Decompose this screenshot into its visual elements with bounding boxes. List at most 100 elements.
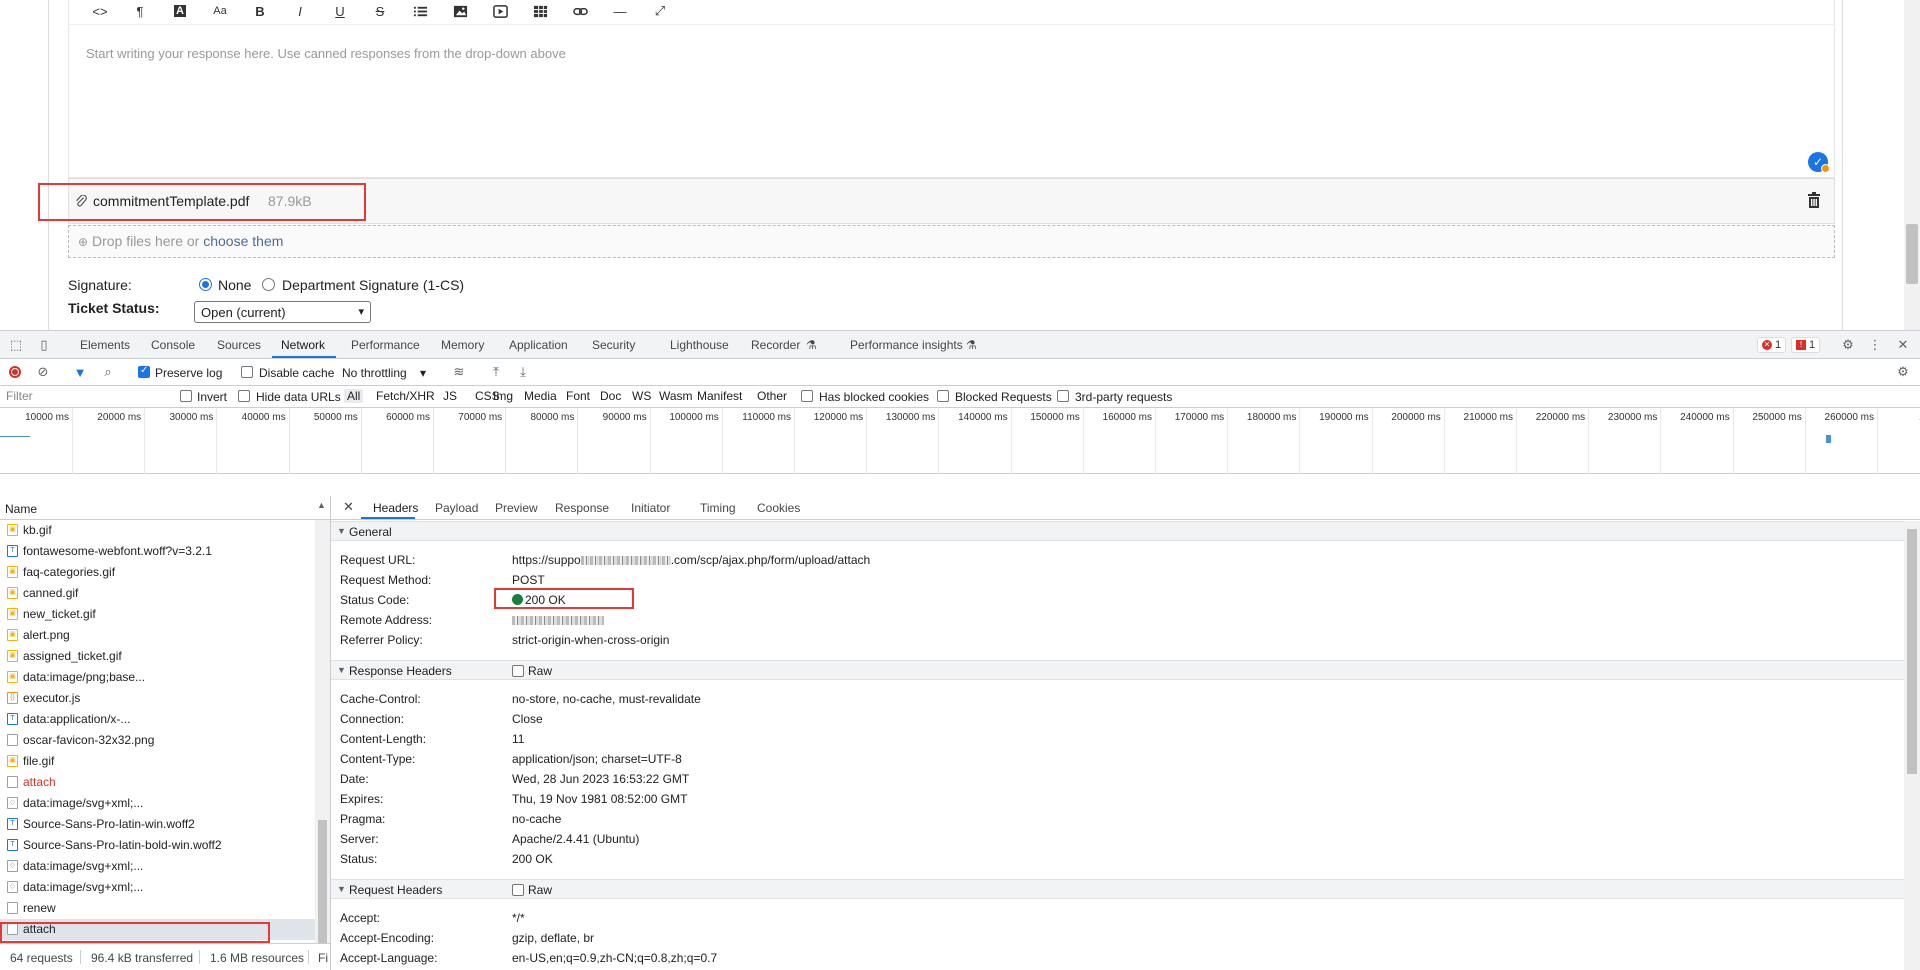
request-list-scrollbar[interactable] xyxy=(315,520,330,957)
blocked-requests-checkbox[interactable] xyxy=(937,390,949,402)
tab-lighthouse[interactable]: Lighthouse xyxy=(670,338,729,352)
video-icon[interactable] xyxy=(480,0,520,22)
settings-gear-icon[interactable]: ⚙ xyxy=(1840,337,1856,353)
fullscreen-icon[interactable]: ⤢ xyxy=(640,0,680,22)
request-row[interactable]: Tdata:application/x-... xyxy=(0,709,315,730)
list-icon[interactable] xyxy=(400,0,440,22)
request-row[interactable]: ▣ assigned_ticket.gif xyxy=(0,646,315,667)
paragraph-icon[interactable]: ¶ xyxy=(120,0,160,22)
header-value[interactable]: 200 OK xyxy=(512,852,553,866)
signature-none-radio[interactable] xyxy=(199,278,212,291)
throttling-select[interactable]: No throttling ▾ xyxy=(342,366,426,380)
link-icon[interactable] xyxy=(560,0,600,22)
import-har-icon[interactable]: ⤒ xyxy=(488,364,504,380)
request-row[interactable]: ▣ file.gif xyxy=(0,751,315,772)
export-har-icon[interactable]: ⤓ xyxy=(515,364,531,380)
filter-icon[interactable]: ▼ xyxy=(72,364,88,380)
invert-label[interactable]: Invert xyxy=(197,390,227,404)
code-icon[interactable]: <> xyxy=(80,0,120,22)
detail-tab-initiator[interactable]: Initiator xyxy=(631,501,670,515)
strikethrough-icon[interactable]: S xyxy=(360,0,400,22)
close-detail-icon[interactable]: ✕ xyxy=(343,499,354,515)
tab-sources[interactable]: Sources xyxy=(217,338,261,352)
request-row[interactable]: ◇ data:image/svg+xml;... xyxy=(0,877,315,898)
type-filter-font[interactable]: Font xyxy=(563,389,593,403)
bold-icon[interactable]: B xyxy=(240,0,280,22)
raw-checkbox[interactable] xyxy=(512,884,524,896)
network-conditions-icon[interactable]: ≋ xyxy=(451,364,467,380)
raw-label[interactable]: Raw xyxy=(528,664,552,678)
section-response-headers[interactable]: ▼ Response Headers Raw xyxy=(331,660,1904,680)
editor-placeholder[interactable]: Start writing your response here. Use ca… xyxy=(86,46,566,61)
response-editor[interactable] xyxy=(68,0,1835,178)
clear-icon[interactable]: ⊘ xyxy=(35,364,51,380)
type-filter-doc[interactable]: Doc xyxy=(597,389,624,403)
invert-checkbox[interactable] xyxy=(180,390,192,402)
request-row[interactable]: ▣ new_ticket.gif xyxy=(0,604,315,625)
tab-memory[interactable]: Memory xyxy=(441,338,484,352)
header-value[interactable]: gzip, deflate, br xyxy=(512,931,594,945)
name-column-header[interactable]: Name xyxy=(5,502,37,516)
third-party-label[interactable]: 3rd-party requests xyxy=(1075,390,1172,404)
type-filter-manifest[interactable]: Manifest xyxy=(694,389,745,403)
choose-files-link[interactable]: choose them xyxy=(203,233,283,249)
request-row[interactable]: renew xyxy=(0,898,315,919)
disable-cache-checkbox[interactable] xyxy=(241,366,253,378)
request-row[interactable]: T Source-Sans-Pro-latin-bold-win.woff2 xyxy=(0,835,315,856)
network-settings-gear-icon[interactable]: ⚙ xyxy=(1895,364,1911,380)
page-scrollbar-thumb[interactable] xyxy=(1906,224,1918,284)
type-filter-ws[interactable]: WS xyxy=(629,389,654,403)
header-value[interactable]: application/json; charset=UTF-8 xyxy=(512,752,682,766)
tab-recorder[interactable]: Recorder xyxy=(751,338,800,352)
request-row[interactable]: ◇ data:image/svg+xml;... xyxy=(0,793,315,814)
request-row[interactable]: ▣ data:image/png;base... xyxy=(0,667,315,688)
detail-tab-cookies[interactable]: Cookies xyxy=(757,501,800,515)
type-filter-wasm[interactable]: Wasm xyxy=(656,389,696,403)
underline-icon[interactable]: U xyxy=(320,0,360,22)
header-value[interactable]: no-store, no-cache, must-revalidate xyxy=(512,692,701,706)
filter-input[interactable]: Filter xyxy=(2,389,167,405)
detail-scrollbar[interactable] xyxy=(1904,521,1920,970)
type-filter-fetchxhr[interactable]: Fetch/XHR xyxy=(373,389,438,403)
signature-none-label[interactable]: None xyxy=(218,277,251,293)
header-value[interactable]: POST xyxy=(512,573,545,587)
signature-department-radio[interactable] xyxy=(262,278,275,291)
preserve-log-checkbox[interactable] xyxy=(138,365,150,378)
detail-tab-headers[interactable]: Headers xyxy=(373,501,418,515)
device-toolbar-icon[interactable]: ▯ xyxy=(36,337,52,353)
request-row[interactable]: ▣ kb.gif xyxy=(0,520,315,541)
raw-checkbox[interactable] xyxy=(512,665,524,677)
request-row[interactable]: oscar-favicon-32x32.png xyxy=(0,730,315,751)
detail-tab-preview[interactable]: Preview xyxy=(495,501,538,515)
detail-tab-payload[interactable]: Payload xyxy=(435,501,478,515)
header-value[interactable]: Wed, 28 Jun 2023 16:53:22 GMT xyxy=(512,772,689,786)
header-value[interactable]: Apache/2.4.41 (Ubuntu) xyxy=(512,832,639,846)
tab-security[interactable]: Security xyxy=(592,338,635,352)
italic-icon[interactable]: I xyxy=(280,0,320,22)
raw-label[interactable]: Raw xyxy=(528,883,552,897)
type-filter-all[interactable]: All xyxy=(344,389,364,403)
trash-icon[interactable] xyxy=(1807,192,1821,208)
issues-count-badge[interactable]: ! 1 xyxy=(1791,337,1821,353)
section-general[interactable]: ▼ General xyxy=(331,521,1904,541)
header-value[interactable] xyxy=(512,613,604,627)
grammar-check-icon[interactable]: ✓ xyxy=(1808,152,1830,173)
header-value[interactable]: Thu, 19 Nov 1981 08:52:00 GMT xyxy=(512,792,687,806)
type-filter-img[interactable]: Img xyxy=(490,389,516,403)
more-options-icon[interactable]: ⋮ xyxy=(1867,337,1883,353)
hide-data-urls-checkbox[interactable] xyxy=(238,390,250,402)
type-filter-other[interactable]: Other xyxy=(754,389,790,403)
header-value[interactable]: no-cache xyxy=(512,812,561,826)
signature-department-label[interactable]: Department Signature (1-CS) xyxy=(282,277,464,293)
type-filter-js[interactable]: JS xyxy=(440,389,460,403)
request-list-scrollbar-thumb[interactable] xyxy=(318,820,327,950)
image-icon[interactable] xyxy=(440,0,480,22)
preserve-log-label[interactable]: Preserve log xyxy=(155,366,222,380)
font-size-icon[interactable]: Aa xyxy=(200,0,240,22)
blocked-requests-label[interactable]: Blocked Requests xyxy=(955,390,1052,404)
inspect-element-icon[interactable]: ⬚ xyxy=(8,337,24,353)
tab-network[interactable]: Network xyxy=(281,338,325,352)
error-count-badge[interactable]: ✕ 1 xyxy=(1757,337,1787,353)
tab-application[interactable]: Application xyxy=(509,338,568,352)
sort-arrow-icon[interactable]: ▲ xyxy=(317,500,326,510)
